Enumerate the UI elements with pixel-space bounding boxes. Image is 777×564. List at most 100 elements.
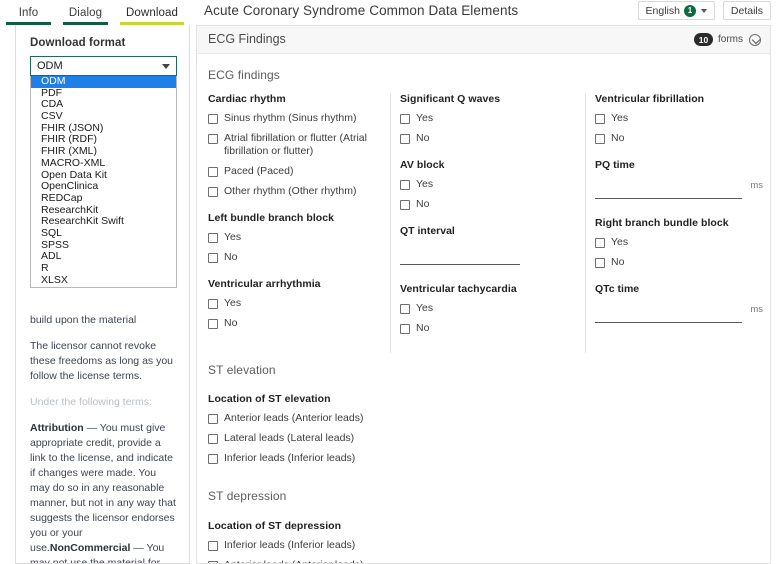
tab-bar: Info Dialog Download <box>0 0 190 25</box>
text-input-field[interactable]: ms <box>595 173 765 203</box>
field-group: Left bundle branch block Yes No <box>208 212 393 264</box>
checkbox-row[interactable]: Yes <box>208 297 393 310</box>
checkbox-input[interactable] <box>208 133 218 144</box>
group-title: Cardiac rhythm <box>208 93 286 105</box>
download-format-label: Download format <box>30 37 126 49</box>
checkbox-label: No <box>611 132 625 144</box>
checkbox-input[interactable] <box>208 232 218 243</box>
download-format-option[interactable]: ODM <box>31 75 176 88</box>
checkbox-input[interactable] <box>208 252 218 263</box>
checkbox-label: Other rhythm (Other rhythm) <box>224 185 357 197</box>
checkbox-label: Lateral leads (Lateral leads) <box>224 432 355 444</box>
checkbox-row[interactable]: No <box>400 132 580 145</box>
checkbox-input[interactable] <box>400 113 410 124</box>
checkbox-label: Atrial fibrillation or flutter (Atrial f… <box>224 132 367 157</box>
checkbox-row[interactable]: No <box>208 251 393 264</box>
field-label: QTc time <box>595 283 640 295</box>
checkbox-row[interactable]: Yes <box>208 231 393 244</box>
checkbox-input[interactable] <box>595 113 605 124</box>
checkbox-input[interactable] <box>208 298 218 309</box>
checkbox-row[interactable]: Sinus rhythm (Sinus rhythm) <box>208 112 393 125</box>
checkbox-input[interactable] <box>400 303 410 314</box>
checkbox-row[interactable]: No <box>595 132 765 145</box>
field-group: Significant Q waves Yes No <box>400 93 580 145</box>
download-format-option[interactable]: MACRO-XML <box>31 157 176 170</box>
checkbox-label: No <box>416 322 430 334</box>
field-group: AV block Yes No <box>400 159 580 211</box>
checkbox-input[interactable] <box>208 166 218 177</box>
field-group: QTc time ms <box>595 283 765 327</box>
form-card-header: ECG Findings 10 forms <box>197 26 770 54</box>
field-group: Right branch bundle block Yes No <box>595 217 765 269</box>
field-unit: ms <box>750 180 763 191</box>
text-input-field[interactable]: ms <box>595 297 765 327</box>
section-heading-st-depression: ST depression <box>208 489 287 503</box>
checkbox-input[interactable] <box>208 453 218 464</box>
checkbox-row[interactable]: No <box>208 317 393 330</box>
checkbox-row[interactable]: No <box>400 322 580 335</box>
checkbox-row[interactable]: Yes <box>400 302 580 315</box>
checkbox-input[interactable] <box>208 113 218 124</box>
download-format-option[interactable]: R <box>31 262 176 275</box>
checkbox-input[interactable] <box>208 433 218 444</box>
group-title: Ventricular fibrillation <box>595 93 705 105</box>
group-title: Significant Q waves <box>400 93 501 105</box>
checkbox-input[interactable] <box>400 179 410 190</box>
field-label: PQ time <box>595 159 635 171</box>
checkbox-row[interactable]: Atrial fibrillation or flutter (Atrial f… <box>208 132 393 158</box>
download-format-option[interactable]: SQL <box>31 227 176 240</box>
language-label: English <box>645 4 680 17</box>
checkbox-row[interactable]: No <box>400 198 580 211</box>
checkbox-input[interactable] <box>400 323 410 334</box>
checkbox-input[interactable] <box>208 413 218 424</box>
tab-info-label: Info <box>18 6 39 19</box>
checkbox-input[interactable] <box>400 133 410 144</box>
checkbox-row[interactable]: Anterior leads (Anterior leads) <box>208 412 468 425</box>
checkbox-label: No <box>416 132 430 144</box>
checkbox-row[interactable]: Yes <box>595 236 765 249</box>
field-label: QT interval <box>400 225 455 237</box>
checkbox-row[interactable]: Yes <box>595 112 765 125</box>
checkbox-input[interactable] <box>208 186 218 197</box>
checkbox-input[interactable] <box>595 133 605 144</box>
tab-dialog-label: Dialog <box>68 6 103 19</box>
checkbox-input[interactable] <box>595 257 605 268</box>
download-format-select[interactable]: ODM <box>30 56 177 76</box>
checkbox-row[interactable]: Yes <box>400 112 580 125</box>
download-format-option[interactable]: ADL <box>31 251 176 263</box>
form-card: ECG Findings 10 forms ECG findings Cardi… <box>196 25 771 564</box>
tab-download[interactable]: Download <box>114 0 190 25</box>
checkbox-input[interactable] <box>595 237 605 248</box>
download-format-option[interactable]: XLSX <box>31 274 176 287</box>
checkbox-row[interactable]: Other rhythm (Other rhythm) <box>208 185 393 198</box>
chevron-down-circle-icon[interactable] <box>749 33 761 46</box>
details-button[interactable]: Details <box>722 1 771 20</box>
checkbox-label: Yes <box>611 236 629 248</box>
checkbox-row[interactable]: No <box>595 256 765 269</box>
field-group: Ventricular fibrillation Yes No <box>595 93 765 145</box>
field-unit: ms <box>750 304 763 315</box>
tab-download-label: Download <box>126 6 178 19</box>
checkbox-input[interactable] <box>208 560 218 563</box>
checkbox-row[interactable]: Inferior leads (Inferior leads) <box>208 539 468 552</box>
tab-dialog[interactable]: Dialog <box>57 0 114 25</box>
download-format-option-list[interactable]: ODM PDF CDA CSV FHIR (JSON) FHIR (RDF) FHIR (X… <box>30 75 177 289</box>
checkbox-row[interactable]: Paced (Paced) <box>208 165 393 178</box>
checkbox-row[interactable]: Anterior leads (Anterior leads) <box>208 559 468 563</box>
download-format-option[interactable]: REDCap <box>31 192 176 205</box>
checkbox-input[interactable] <box>400 199 410 210</box>
checkbox-input[interactable] <box>208 540 218 551</box>
checkbox-input[interactable] <box>208 318 218 329</box>
checkbox-label: Inferior leads (Inferior leads) <box>224 539 356 551</box>
application-window: Info Dialog Download Download format ODM… <box>0 0 777 564</box>
checkbox-row[interactable]: Inferior leads (Inferior leads) <box>208 452 468 465</box>
checkbox-row[interactable]: Yes <box>400 178 580 191</box>
column-divider-2 <box>585 93 586 353</box>
field-group: Cardiac rhythm Sinus rhythm (Sinus rhythm… <box>208 93 393 198</box>
download-format-option[interactable]: CSV <box>31 110 176 123</box>
text-input-field[interactable] <box>400 239 580 269</box>
tab-info[interactable]: Info <box>0 0 57 25</box>
checkbox-row[interactable]: Lateral leads (Lateral leads) <box>208 432 468 445</box>
language-button[interactable]: English 1 <box>637 1 715 20</box>
forms-count-badge: 10 <box>694 33 713 46</box>
